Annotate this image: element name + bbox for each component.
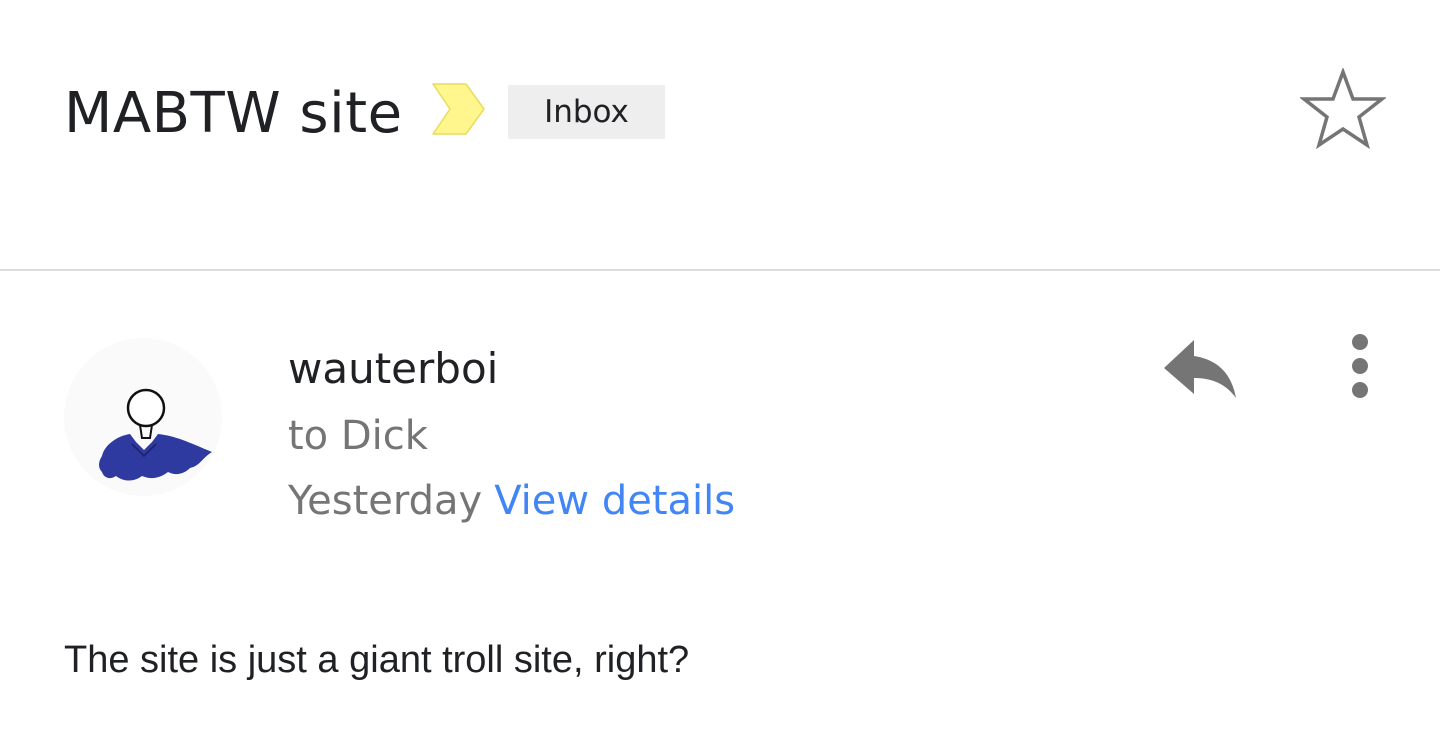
recipient-line: to Dick (288, 413, 428, 459)
inbox-label-chip[interactable]: Inbox (508, 85, 665, 139)
reply-icon[interactable] (1160, 336, 1240, 402)
message-date: Yesterday (288, 478, 483, 524)
sender-name[interactable]: wauterboi (288, 342, 498, 396)
header-divider (0, 269, 1440, 271)
importance-marker-icon[interactable] (430, 81, 488, 137)
email-subject: MABTW site (64, 81, 403, 146)
star-icon[interactable] (1300, 68, 1386, 150)
more-vert-icon[interactable] (1340, 332, 1380, 404)
thread-header: MABTW site Inbox (0, 0, 1440, 270)
person-avatar-icon (99, 388, 212, 481)
message-meta: Yesterday View details (288, 475, 735, 527)
sender-avatar[interactable] (64, 338, 222, 496)
message-body: The site is just a giant troll site, rig… (64, 639, 690, 681)
view-details-link[interactable]: View details (494, 478, 735, 524)
